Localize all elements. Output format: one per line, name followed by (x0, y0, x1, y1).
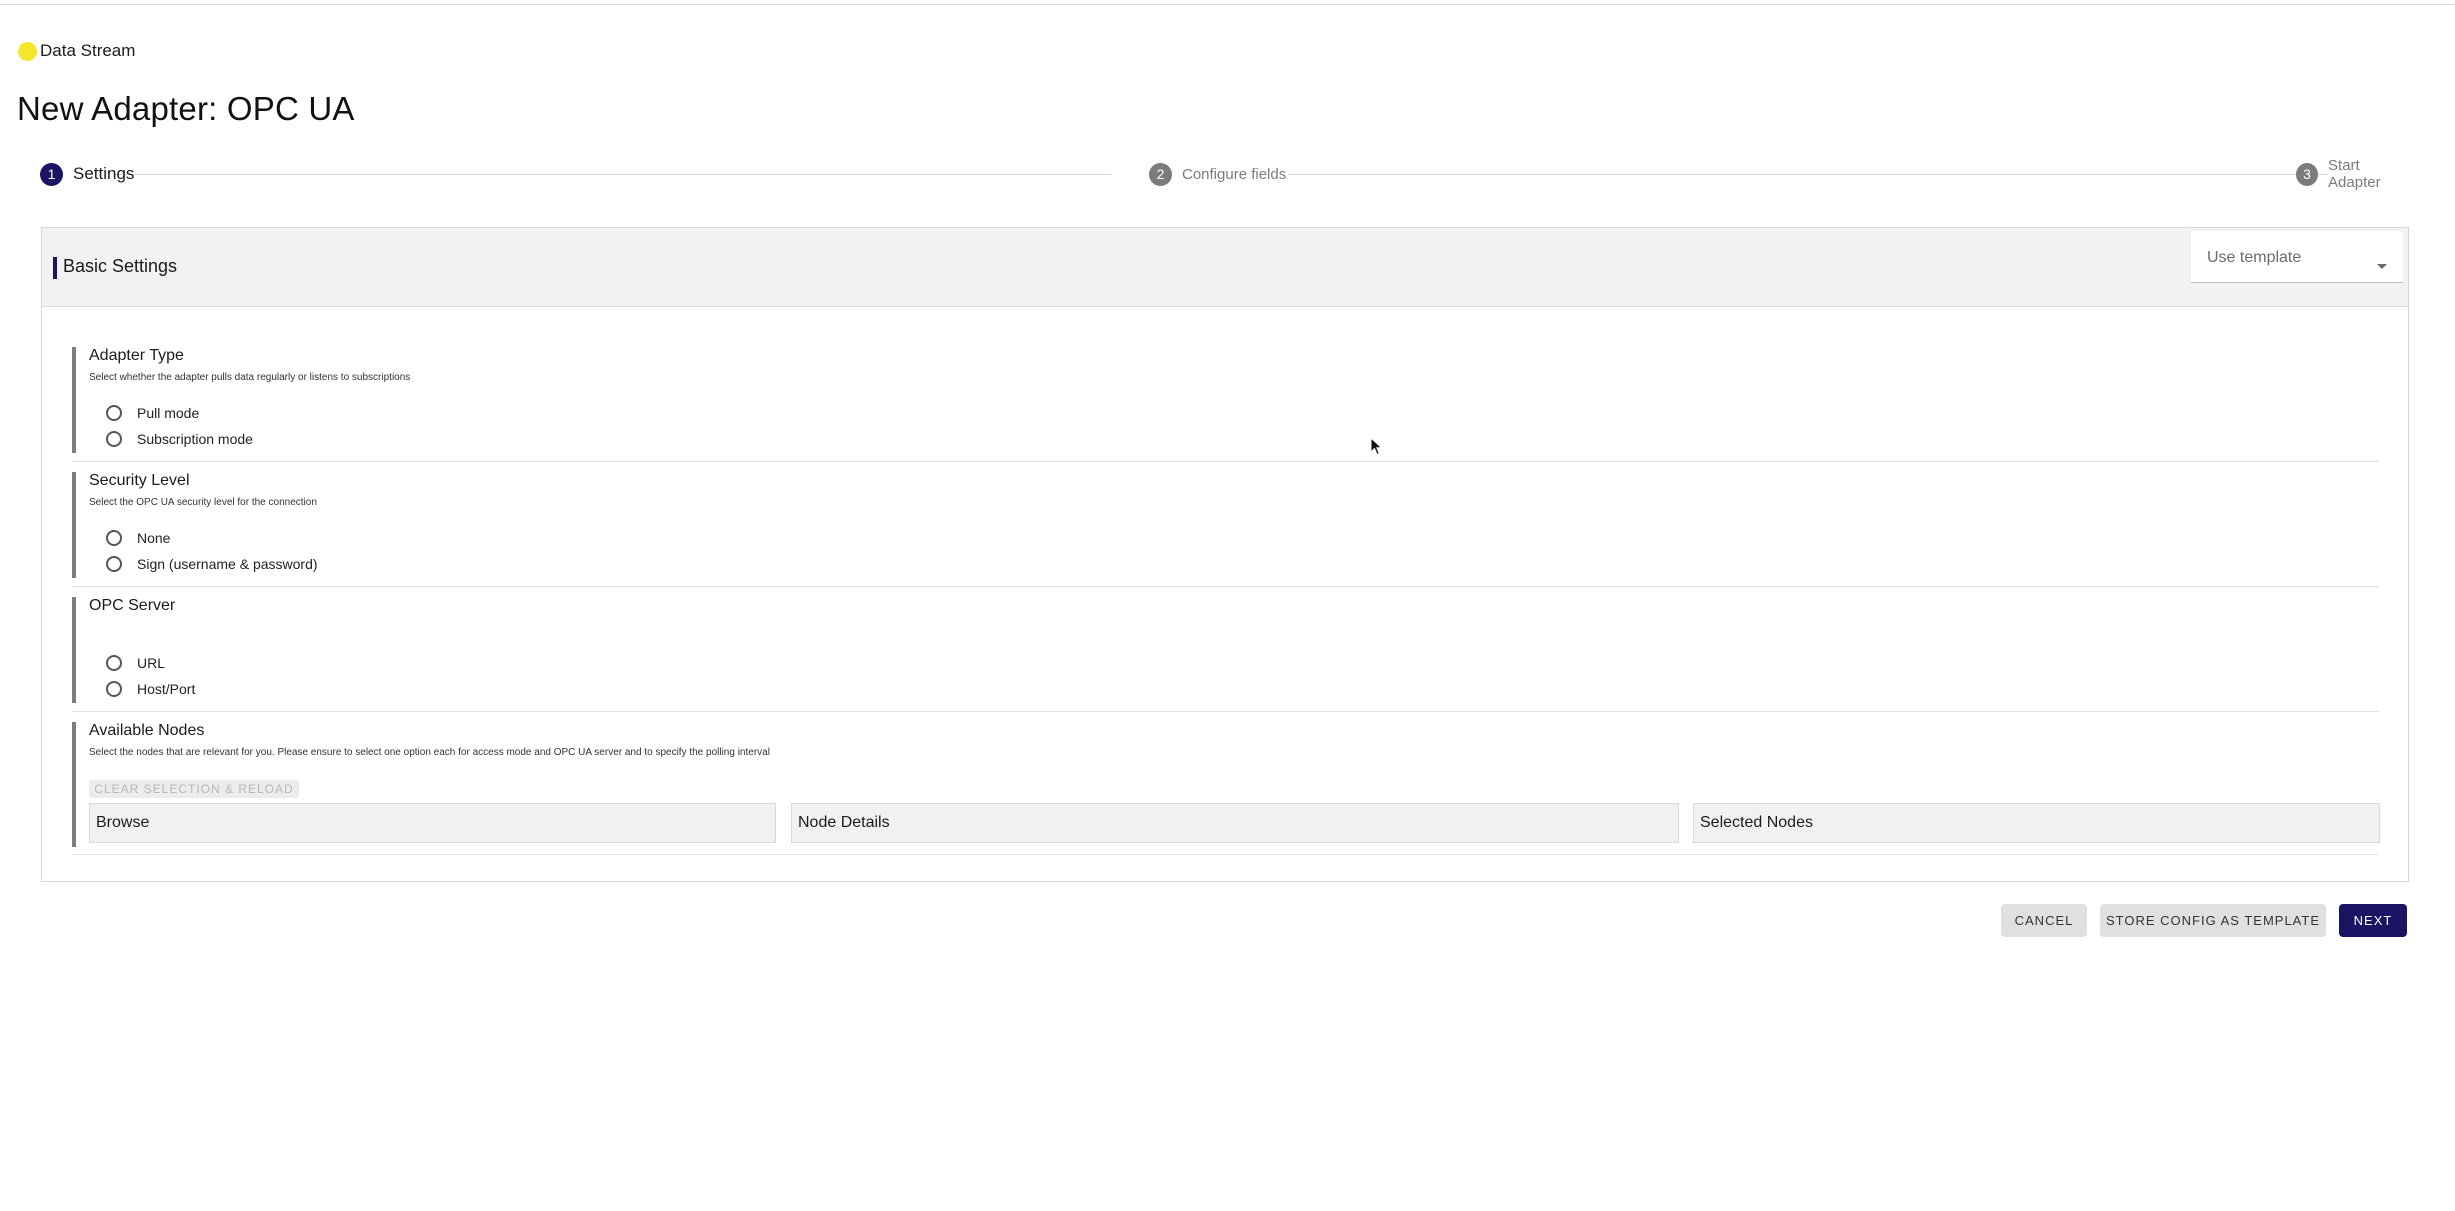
page-title: New Adapter: OPC UA (17, 90, 355, 127)
section-description: Select the nodes that are relevant for y… (89, 747, 770, 758)
radio-circle-icon (106, 556, 122, 572)
section-description: Select whether the adapter pulls data re… (89, 372, 411, 383)
mouse-cursor-icon (1370, 437, 1383, 456)
node-details-panel[interactable]: Node Details (791, 803, 1679, 843)
browse-panel[interactable]: Browse (89, 803, 776, 843)
radio-circle-icon (106, 681, 122, 697)
clear-selection-reload-button[interactable]: CLEAR SELECTION & RELOAD (89, 780, 299, 798)
step-configure-fields[interactable]: 2 Configure fields (1149, 162, 1286, 186)
radio-label: Host/Port (137, 681, 196, 697)
step-connector (1288, 174, 2328, 175)
section-title: OPC Server (89, 597, 176, 614)
step-start-adapter[interactable]: 3 Start Adapter (2296, 157, 2412, 191)
store-config-template-button[interactable]: STORE CONFIG AS TEMPLATE (2100, 904, 2326, 937)
step-number: 1 (40, 162, 63, 186)
radio-label: Subscription mode (137, 431, 253, 447)
radio-subscription-mode[interactable]: Subscription mode (106, 429, 253, 449)
card-header: Basic Settings Use template (42, 228, 2408, 307)
step-settings[interactable]: 1 Settings (40, 162, 134, 186)
radio-label: None (137, 530, 171, 546)
step-label: Settings (73, 164, 135, 183)
step-number: 2 (1149, 162, 1172, 186)
section-security-level: Security Level Select the OPC UA securit… (72, 472, 2383, 578)
radio-server-host-port[interactable]: Host/Port (106, 679, 195, 699)
section-title: Available Nodes (89, 722, 205, 739)
app-brand[interactable]: Data Stream (18, 40, 135, 62)
brand-logo-icon (18, 41, 37, 61)
step-connector (113, 174, 1111, 175)
section-opc-server: OPC Server URL Host/Port (72, 597, 2383, 703)
next-button[interactable]: NEXT (2339, 904, 2407, 937)
section-available-nodes: Available Nodes Select the nodes that ar… (72, 722, 2383, 847)
radio-circle-icon (106, 530, 122, 546)
stepper: 1 Settings 2 Configure fields 3 Start Ad… (40, 157, 2412, 191)
section-divider (72, 586, 2379, 587)
header-accent (53, 257, 57, 279)
panel-title: Node Details (798, 814, 890, 831)
app-name: Data Stream (40, 41, 136, 60)
section-description: Select the OPC UA security level for the… (89, 497, 317, 508)
section-title: Security Level (89, 472, 190, 489)
radio-security-none[interactable]: None (106, 528, 170, 548)
section-divider (72, 711, 2379, 712)
section-divider (72, 461, 2379, 462)
caret-down-icon (2377, 264, 2387, 269)
radio-server-url[interactable]: URL (106, 653, 165, 673)
radio-label: URL (137, 655, 166, 671)
panel-title: Browse (96, 814, 150, 831)
panel-title: Selected Nodes (1700, 814, 1813, 831)
step-label: Configure fields (1182, 165, 1287, 183)
step-label: Start Adapter (2328, 157, 2381, 191)
radio-label: Pull mode (137, 405, 200, 421)
selected-nodes-panel[interactable]: Selected Nodes (1693, 803, 2380, 843)
radio-label: Sign (username & password) (137, 556, 318, 572)
top-border (0, 0, 2455, 5)
template-select-value: Use template (2207, 249, 2302, 266)
radio-circle-icon (106, 431, 122, 447)
basic-settings-card: Basic Settings Use template Adapter Type… (41, 227, 2409, 882)
card-title: Basic Settings (63, 256, 178, 276)
section-adapter-type: Adapter Type Select whether the adapter … (72, 347, 2383, 453)
radio-security-sign[interactable]: Sign (username & password) (106, 554, 318, 574)
section-title: Adapter Type (89, 347, 184, 364)
section-divider (72, 854, 2379, 855)
radio-circle-icon (106, 655, 122, 671)
radio-circle-icon (106, 405, 122, 421)
use-template-select[interactable]: Use template (2191, 231, 2403, 283)
radio-pull-mode[interactable]: Pull mode (106, 403, 199, 423)
step-number: 3 (2296, 162, 2319, 186)
cancel-button[interactable]: CANCEL (2001, 904, 2087, 937)
